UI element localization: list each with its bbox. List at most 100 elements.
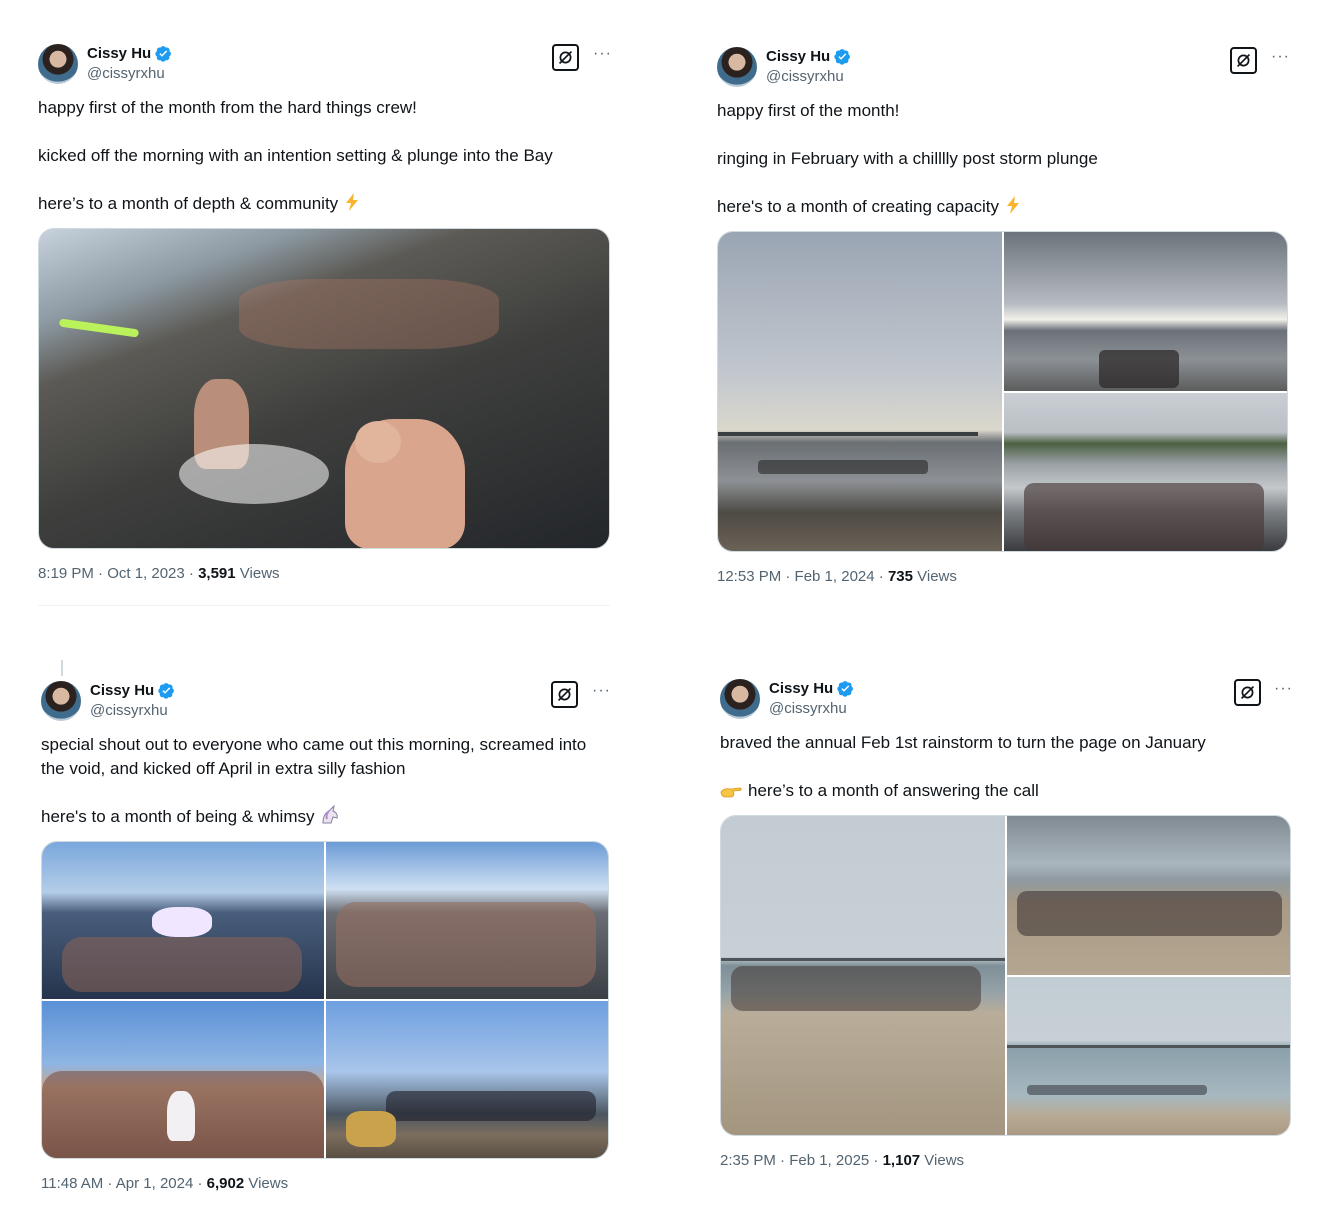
timestamp[interactable]: 12:53 PM · Feb 1, 2024 · xyxy=(717,568,888,585)
views-count: 735 xyxy=(887,568,913,585)
lens-flare xyxy=(58,318,140,338)
tweet-photo[interactable] xyxy=(718,232,1002,551)
avatar[interactable] xyxy=(41,681,81,721)
grok-button[interactable] xyxy=(552,44,579,71)
unicorn-float xyxy=(152,907,212,937)
tweet-photo[interactable] xyxy=(326,1001,608,1158)
tweet-meta: 12:53 PM · Feb 1, 2024 · 735 Views xyxy=(717,568,1288,585)
views-label: Views xyxy=(920,1152,965,1169)
timestamp[interactable]: 8:19 PM · Oct 1, 2023 · xyxy=(38,565,198,582)
tweet-line: here’s to a month of depth & community xyxy=(38,192,610,216)
tweet-photo-grid xyxy=(41,841,609,1159)
author-name-row: Cissy Hu xyxy=(87,45,172,62)
splash xyxy=(179,444,329,504)
author-name[interactable]: Cissy Hu xyxy=(769,680,833,697)
tweet-text: braved the annual Feb 1st rainstorm to t… xyxy=(720,731,1291,803)
tweet-line: here’s to a month of answering the call xyxy=(720,779,1291,803)
verified-badge-icon xyxy=(834,49,851,65)
tweet-text: happy first of the month from the hard t… xyxy=(38,96,610,216)
views-label: Views xyxy=(912,568,957,585)
float xyxy=(346,1111,396,1147)
swimmers xyxy=(62,937,302,992)
more-button[interactable]: ··· xyxy=(592,683,611,699)
crowd xyxy=(239,279,499,349)
tweet-header: Cissy Hu @cissyrxhu ··· xyxy=(38,42,612,88)
tweet-header: Cissy Hu @cissyrxhu ··· xyxy=(717,45,1290,91)
divider xyxy=(38,605,610,606)
more-button[interactable]: ··· xyxy=(1271,49,1290,65)
group xyxy=(1098,350,1179,388)
verified-badge-icon xyxy=(155,46,172,62)
runners xyxy=(731,966,981,1011)
tweet-text: special shout out to everyone who came o… xyxy=(41,733,609,829)
grok-button[interactable] xyxy=(1230,47,1257,74)
group-photo xyxy=(1023,482,1264,551)
tweet-photo[interactable] xyxy=(42,842,324,999)
tweet-line: special shout out to everyone who came o… xyxy=(41,735,587,778)
tweet-header: Cissy Hu @cissyrxhu ··· xyxy=(41,679,611,725)
author-name-row: Cissy Hu xyxy=(769,680,854,697)
grok-button[interactable] xyxy=(551,681,578,708)
author-handle[interactable]: @cissyrxhu xyxy=(90,702,168,719)
grok-icon xyxy=(558,50,573,65)
author-name-row: Cissy Hu xyxy=(90,682,175,699)
tweet-photo[interactable] xyxy=(1006,816,1290,975)
author-name-row: Cissy Hu xyxy=(766,48,851,65)
swimmers xyxy=(1026,1084,1207,1095)
pier xyxy=(1006,1044,1290,1048)
more-button[interactable]: ··· xyxy=(593,46,612,62)
swimmer-head xyxy=(355,421,401,463)
avatar[interactable] xyxy=(720,679,760,719)
verified-badge-icon xyxy=(837,681,854,697)
tweet-photo[interactable] xyxy=(326,842,608,999)
tweet-line: here's to a month of creating capacity xyxy=(717,195,1288,219)
tweet-photo[interactable] xyxy=(721,816,1005,1135)
unicorn-emoji xyxy=(321,805,338,824)
tweet-line-text: here's to a month of creating capacity xyxy=(717,197,1000,216)
tweet-photo[interactable] xyxy=(1006,976,1290,1135)
author-name[interactable]: Cissy Hu xyxy=(90,682,154,699)
timestamp[interactable]: 11:48 AM · Apr 1, 2024 · xyxy=(41,1175,207,1192)
author-handle[interactable]: @cissyrxhu xyxy=(766,68,844,85)
author-name[interactable]: Cissy Hu xyxy=(87,45,151,62)
tweet-line: here's to a month of being & whimsy xyxy=(41,805,609,829)
tweet-line-text: here’s to a month of depth & community xyxy=(38,194,339,213)
tweet-card: Cissy Hu @cissyrxhu ··· braved the annua… xyxy=(720,677,1293,1169)
tweet-photo[interactable] xyxy=(1003,232,1287,391)
author-handle[interactable]: @cissyrxhu xyxy=(769,700,847,717)
grok-icon xyxy=(1236,53,1251,68)
more-button[interactable]: ··· xyxy=(1274,681,1293,697)
tweet-meta: 8:19 PM · Oct 1, 2023 · 3,591 Views xyxy=(38,565,610,582)
views-label: Views xyxy=(235,565,280,582)
tweet-card: Cissy Hu @cissyrxhu ··· happy first of t… xyxy=(38,42,612,582)
views-count: 3,591 xyxy=(198,565,236,582)
tweet-meta: 11:48 AM · Apr 1, 2024 · 6,902 Views xyxy=(41,1175,609,1192)
avatar[interactable] xyxy=(717,47,757,87)
grok-icon xyxy=(557,687,572,702)
views-count: 6,902 xyxy=(206,1175,245,1192)
tweet-header: Cissy Hu @cissyrxhu ··· xyxy=(720,677,1293,723)
tweet-photo[interactable] xyxy=(42,1001,324,1158)
views-label: Views xyxy=(244,1175,289,1192)
runners xyxy=(1016,891,1282,936)
crowd xyxy=(336,902,596,987)
grok-icon xyxy=(1240,685,1255,700)
tweet-photo-grid xyxy=(720,815,1291,1136)
tweet-line: happy first of the month from the hard t… xyxy=(38,98,417,117)
tweet-line-text: here's to a month of being & whimsy xyxy=(41,807,315,826)
tweet-line-text: here’s to a month of answering the call xyxy=(748,781,1039,800)
tweet-line: ringing in February with a chilllly post… xyxy=(717,149,1098,168)
high-voltage-emoji xyxy=(346,193,359,211)
author-name[interactable]: Cissy Hu xyxy=(766,48,830,65)
timestamp[interactable]: 2:35 PM · Feb 1, 2025 · xyxy=(720,1152,883,1169)
tweet-photo-grid xyxy=(717,231,1288,552)
author-handle[interactable]: @cissyrxhu xyxy=(87,65,165,82)
swimmers xyxy=(758,460,928,474)
tweet-photo[interactable] xyxy=(38,228,610,549)
grok-button[interactable] xyxy=(1234,679,1261,706)
high-voltage-emoji xyxy=(1007,196,1020,214)
tweet-photo[interactable] xyxy=(1003,392,1287,551)
tweet-card: Cissy Hu @cissyrxhu ··· happy first of t… xyxy=(717,45,1290,585)
avatar[interactable] xyxy=(38,44,78,84)
tweet-line: braved the annual Feb 1st rainstorm to t… xyxy=(720,733,1206,752)
